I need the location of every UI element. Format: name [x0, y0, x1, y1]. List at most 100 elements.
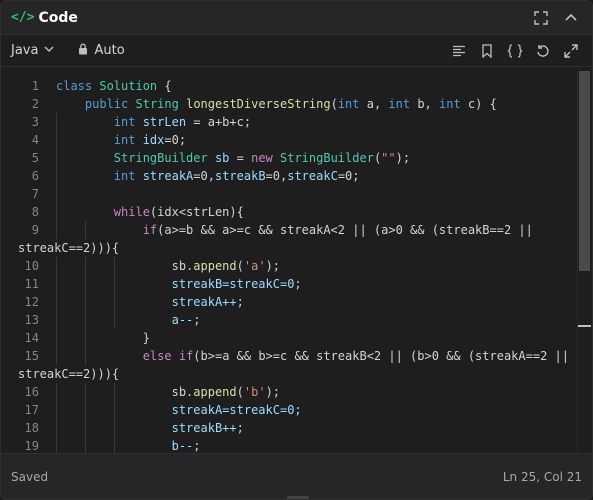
language-select[interactable]: Java [11, 43, 54, 58]
token: ); [265, 259, 281, 273]
token: a, [359, 97, 389, 111]
token: (b>=a && b>=c && streakB<2 || (b>0 && (s… [193, 349, 569, 363]
collapse-chevron-icon[interactable] [560, 7, 582, 29]
editor-toolbar: Java Auto [1, 35, 592, 67]
code-line: 15 else if(b>=a && b>=c && streakB<2 || … [1, 347, 578, 365]
indent-guide [85, 437, 86, 453]
line-content: streakA++; [39, 293, 244, 311]
token: 'b' [243, 385, 266, 399]
line-content-wrap: streakC==2))){ [18, 241, 120, 255]
token: 'a' [243, 259, 266, 273]
auto-mode[interactable]: Auto [78, 43, 125, 59]
indent-guide [114, 257, 115, 275]
token: append [193, 385, 237, 399]
line-number: 7 [31, 187, 39, 201]
token: Solution [99, 79, 158, 93]
token: ( [236, 259, 244, 273]
token: (a>=b && a>=c && streakA<2 || (a>0 && (s… [157, 223, 533, 237]
line-number: 1 [31, 79, 39, 93]
indent-guide [85, 383, 86, 401]
line-content-wrap: streakC==2))){ [18, 367, 120, 381]
code-line-wrap: streakC==2))){ [1, 239, 578, 257]
braces-icon[interactable] [504, 40, 526, 62]
code-line: 4 int idx=0; [1, 131, 578, 149]
undo-icon[interactable] [532, 40, 554, 62]
expand-icon[interactable] [560, 40, 582, 62]
token: strLen [135, 115, 187, 129]
line-number: 9 [31, 223, 39, 237]
line-content: streakB++; [39, 419, 244, 437]
line-content: a--; [39, 311, 201, 329]
code-line: 2 public String longestDiverseString(int… [1, 95, 578, 113]
line-content: int idx=0; [39, 131, 186, 149]
line-content: class Solution { [39, 77, 172, 95]
line-number: 14 [24, 331, 39, 345]
token: idx [135, 133, 165, 147]
token: } [142, 331, 150, 345]
code-editor[interactable]: 1 class Solution { 2 public String longe… [1, 71, 592, 453]
panel-header: </> Code [1, 1, 592, 35]
indent-guide [85, 275, 86, 293]
token: ); [395, 151, 411, 165]
token: a--; [171, 313, 201, 327]
indent-guide [114, 293, 115, 311]
line-content: int streakA=0,streakB=0,streakC=0; [39, 167, 360, 185]
line-content: public String longestDiverseString(int a… [39, 95, 497, 113]
code-line: 13 a--; [1, 311, 578, 329]
line-content: sb.append('a'); [39, 257, 280, 275]
indent-guide [56, 221, 57, 239]
bookmark-icon[interactable] [476, 40, 498, 62]
code-line: 17 streakA=streakC=0; [1, 401, 578, 419]
indent-guide [56, 203, 57, 221]
line-number: 15 [24, 349, 39, 363]
line-content: StringBuilder sb = new StringBuilder("")… [39, 149, 410, 167]
token: String [135, 97, 179, 111]
code-line: 1 class Solution { [1, 77, 578, 95]
indent-guide [85, 311, 86, 329]
token: (idx<strLen){ [149, 205, 244, 219]
code-line: 9 if(a>=b && a>=c && streakA<2 || (a>0 &… [1, 221, 578, 239]
scrollbar-cursor-marker [578, 325, 591, 327]
line-number: 8 [31, 205, 39, 219]
line-number: 4 [31, 133, 39, 147]
token: if [142, 223, 158, 237]
scrollbar-thumb[interactable] [579, 71, 590, 271]
code-line: 14 } [1, 329, 578, 347]
list-format-icon[interactable] [448, 40, 470, 62]
token: int [113, 169, 136, 183]
token: =0, [193, 169, 215, 183]
fullscreen-icon[interactable] [530, 7, 552, 29]
line-number: 2 [31, 97, 39, 111]
code-line: 12 streakA++; [1, 293, 578, 311]
code-line: 6 int streakA=0,streakB=0,streakC=0; [1, 167, 578, 185]
token: StringBuilder [272, 151, 374, 165]
token: public [84, 97, 129, 111]
cursor-position: Ln 25, Col 21 [502, 469, 582, 484]
token: longestDiverseString [186, 97, 331, 111]
code-line: 18 streakB++; [1, 419, 578, 437]
indent-guide [56, 167, 57, 185]
indent-guide [114, 275, 115, 293]
token: sb. [171, 259, 194, 273]
line-content [39, 185, 63, 203]
indent-guide [56, 113, 57, 131]
resize-handle[interactable] [287, 496, 309, 499]
token: int [113, 133, 136, 147]
indent-guide [56, 131, 57, 149]
indent-guide [56, 311, 57, 329]
token: class [56, 79, 93, 93]
token: int [388, 97, 411, 111]
token: b--; [171, 439, 201, 453]
token: int [439, 97, 461, 111]
language-label: Java [11, 43, 39, 58]
token: if [178, 349, 194, 363]
code-icon: </> [11, 10, 35, 25]
indent-guide [85, 329, 86, 347]
line-number: 18 [24, 421, 39, 435]
token: streakA=streakC=0; [171, 403, 302, 417]
indent-guide [85, 419, 86, 437]
token: ( [236, 385, 244, 399]
vertical-scrollbar[interactable] [577, 71, 591, 453]
indent-guide [114, 437, 115, 453]
